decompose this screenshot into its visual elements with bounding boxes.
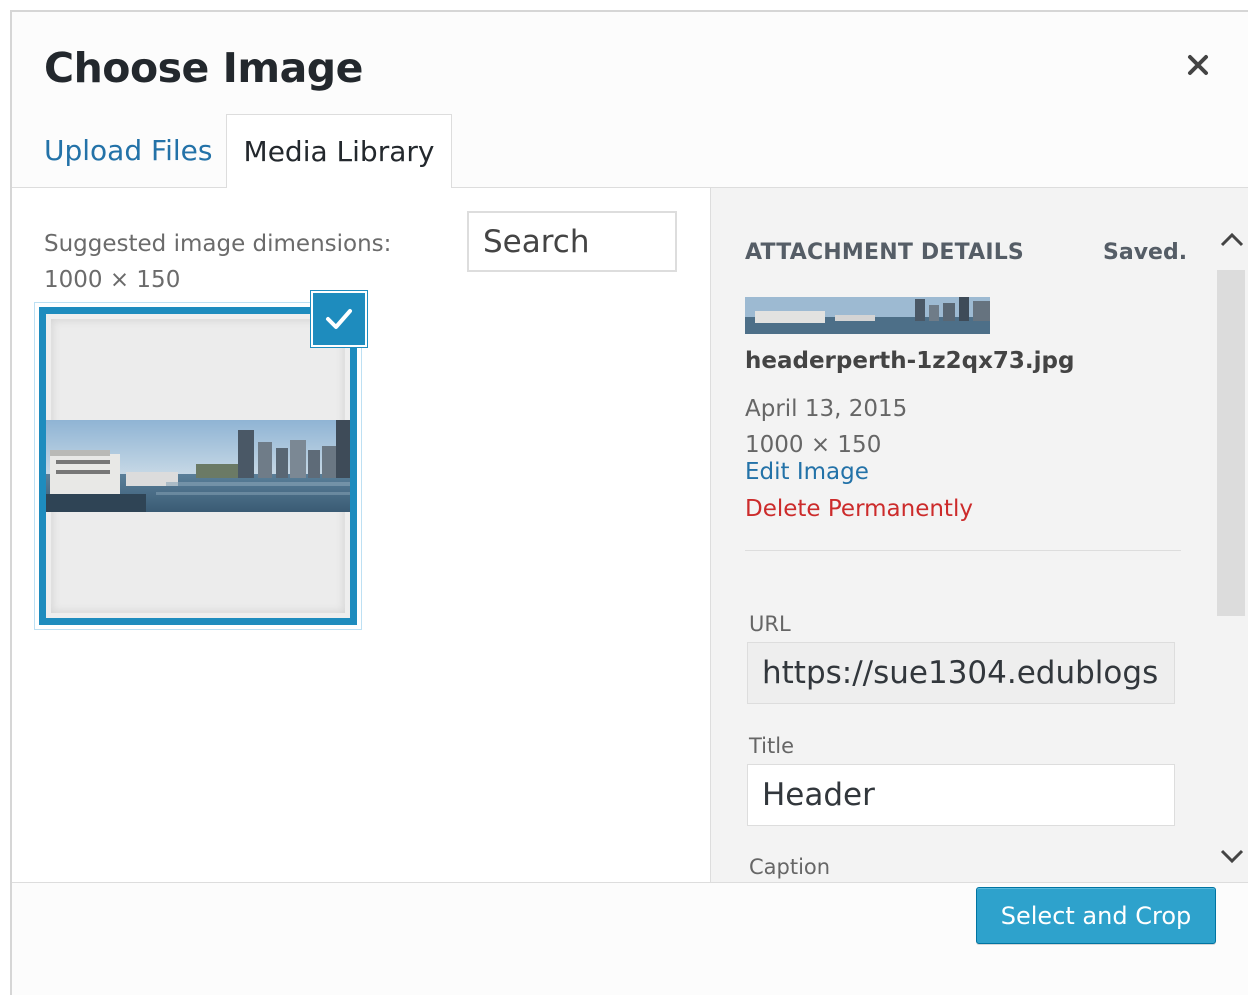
harbour-skyline-image [46, 420, 350, 512]
tab-media-library[interactable]: Media Library [226, 114, 452, 189]
title-label: Title [749, 734, 795, 758]
attachment-filename: headerperth-1z2qx73.jpg [745, 348, 1075, 374]
title-field[interactable] [747, 764, 1175, 826]
close-x-icon [1188, 55, 1208, 75]
media-tabs: Upload Files Media Library [12, 114, 1248, 189]
modal-toolbar: Select and Crop [12, 882, 1248, 995]
url-field[interactable] [747, 642, 1175, 704]
deselect-check-button[interactable] [311, 291, 367, 347]
attachment-preview [46, 319, 350, 613]
suggested-dimensions-value: 1000 × 150 [44, 267, 181, 293]
attachment-details-sidebar: ATTACHMENT DETAILS Saved. headerperth-1z… [710, 188, 1248, 882]
scroll-up-button[interactable] [1213, 220, 1248, 260]
suggested-dimensions: Suggested image dimensions: 1000 × 150 [44, 226, 444, 298]
edit-image-link[interactable]: Edit Image [745, 459, 869, 485]
close-button[interactable] [1180, 47, 1216, 83]
scrollbar-thumb[interactable] [1217, 270, 1245, 616]
attachment-dimensions: 1000 × 150 [745, 432, 882, 458]
media-library-content: Suggested image dimensions: 1000 × 150 [12, 188, 710, 882]
chevron-up-icon [1220, 232, 1244, 247]
attachment-details-thumbnail [745, 297, 990, 334]
attachment-date: April 13, 2015 [745, 396, 908, 422]
search-input[interactable] [467, 211, 677, 272]
scroll-down-button[interactable] [1213, 836, 1248, 876]
sidebar-scrollbar[interactable] [1213, 220, 1248, 882]
attachment-selected-frame [39, 307, 357, 625]
saved-status: Saved. [1103, 240, 1188, 265]
url-label: URL [749, 612, 791, 636]
chevron-down-icon [1220, 849, 1244, 864]
modal-title: Choose Image [44, 44, 363, 92]
attachment-details-heading: ATTACHMENT DETAILS [745, 240, 1024, 265]
suggested-dimensions-label: Suggested image dimensions: [44, 231, 392, 257]
delete-permanently-link[interactable]: Delete Permanently [745, 496, 973, 522]
choose-image-modal: Choose Image Upload Files Media Library … [10, 10, 1248, 995]
tab-upload-files[interactable]: Upload Files [26, 114, 230, 188]
attachment-thumbnail[interactable] [34, 291, 367, 630]
caption-label: Caption [749, 855, 831, 879]
select-and-crop-button[interactable]: Select and Crop [976, 887, 1216, 944]
details-divider [745, 550, 1181, 551]
checkmark-icon [326, 309, 352, 329]
